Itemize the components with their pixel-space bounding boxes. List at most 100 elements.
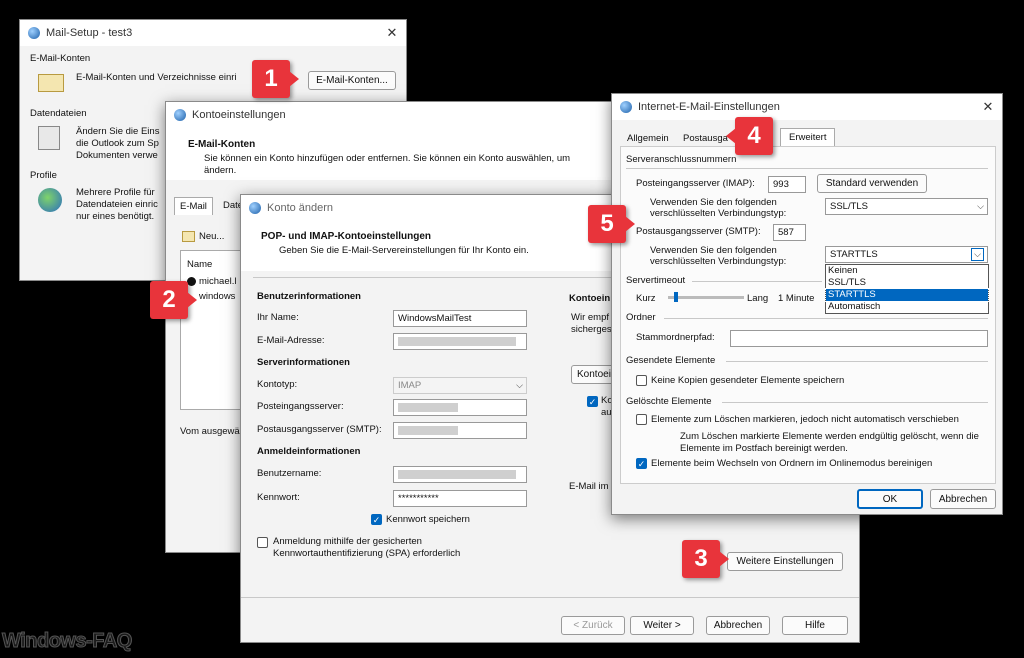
folder-divider xyxy=(664,318,988,319)
chevron-down-icon: ⌵ xyxy=(977,201,984,211)
account-type-label: Kontotyp: xyxy=(257,379,298,390)
account-row-1[interactable]: michael.l xyxy=(199,276,237,287)
step-badge-4-text: 4 xyxy=(747,122,761,149)
sent-divider xyxy=(726,361,988,362)
next-button[interactable]: Weiter > xyxy=(630,616,694,635)
new-account-icon xyxy=(182,231,195,242)
internet-email-settings-window: Internet-E-Mail-Einstellungen ✕ Allgemei… xyxy=(611,93,1003,515)
internet-email-title: Internet-E-Mail-Einstellungen xyxy=(638,101,780,113)
right-text-2: sicherges xyxy=(571,324,612,335)
smtp-port-input[interactable]: 587 xyxy=(773,224,806,241)
data-files-text-3: Dokumenten verwe xyxy=(76,150,158,161)
encryption-option-ssl[interactable]: SSL/TLS xyxy=(826,277,988,289)
account-settings-right-heading: Kontoein xyxy=(569,293,611,304)
email-input[interactable] xyxy=(393,333,527,350)
folder-section: Ordner xyxy=(626,312,656,323)
encryption-option-starttls[interactable]: STARTTLS xyxy=(825,288,989,302)
cancel-button[interactable]: Abbrechen xyxy=(930,489,996,509)
close-icon[interactable]: ✕ xyxy=(974,99,1002,115)
outgoing-encryption-select[interactable]: STARTTLS ⌵ xyxy=(825,246,988,263)
new-account-button[interactable]: Neu... xyxy=(199,231,224,242)
tab-advanced[interactable]: Erweitert xyxy=(780,128,836,146)
timeout-short-label: Kurz xyxy=(636,293,656,304)
account-row-2[interactable]: windows xyxy=(199,291,235,302)
username-input[interactable] xyxy=(393,466,527,483)
tab-outgoing[interactable]: Postausga xyxy=(678,130,733,147)
watermark: Windows-FAQ xyxy=(2,630,133,653)
mark-for-deletion-checkbox[interactable] xyxy=(636,414,647,425)
incoming-encryption-select[interactable]: SSL/TLS ⌵ xyxy=(825,198,988,215)
server-timeout-section: Servertimeout xyxy=(626,275,686,286)
outgoing-server-label: Postausgangsserver (SMTP): xyxy=(257,424,382,435)
imap-port-input[interactable]: 993 xyxy=(768,176,806,193)
account-settings-titlebar: Kontoeinstellungen xyxy=(166,102,624,128)
server-ports-section: Serveranschlussnummern xyxy=(626,154,737,165)
deleted-items-section: Gelöschte Elemente xyxy=(626,396,712,407)
tab-email[interactable]: E-Mail xyxy=(174,197,213,215)
encryption-label-1a: Verwenden Sie den folgenden xyxy=(650,197,777,208)
back-button[interactable]: < Zurück xyxy=(561,616,625,635)
mail-setup-app-icon xyxy=(28,27,40,39)
name-input[interactable]: WindowsMailTest xyxy=(393,310,527,327)
right-check-text-2: au xyxy=(601,407,612,418)
cancel-button[interactable]: Abbrechen xyxy=(706,616,770,635)
right-checkbox[interactable]: ✓ xyxy=(587,396,598,407)
timeout-slider-track[interactable] xyxy=(668,296,744,299)
more-settings-button[interactable]: Weitere Einstellungen xyxy=(727,552,843,571)
account-settings-app-icon xyxy=(174,109,186,121)
save-password-checkbox[interactable]: ✓ xyxy=(371,514,382,525)
change-account-heading: POP- und IMAP-Kontoeinstellungen xyxy=(261,231,431,242)
save-password-label: Kennwort speichern xyxy=(386,514,470,525)
badge-arrow-icon xyxy=(625,216,635,232)
email-accounts-button[interactable]: E-Mail-Konten... xyxy=(308,71,396,90)
password-input[interactable]: *********** xyxy=(393,490,527,507)
section-profiles: Profile xyxy=(30,170,57,181)
account-settings-heading: E-Mail-Konten xyxy=(188,139,256,150)
badge-arrow-icon xyxy=(187,292,197,308)
step-badge-3: 3 xyxy=(682,540,729,578)
badge-arrow-icon xyxy=(726,128,736,144)
spa-checkbox[interactable] xyxy=(257,537,268,548)
step-badge-2-text: 2 xyxy=(162,286,176,313)
encryption-option-auto[interactable]: Automatisch xyxy=(826,301,988,313)
incoming-server-input[interactable] xyxy=(393,399,527,416)
server-info-section: Serverinformationen xyxy=(257,357,350,368)
encryption-options-list: Keinen SSL/TLS STARTTLS Automatisch xyxy=(825,264,989,314)
imap-port-label: Posteingangsserver (IMAP): xyxy=(636,178,755,189)
footer-divider xyxy=(241,597,859,598)
root-folder-label: Stammordnerpfad: xyxy=(636,332,715,343)
use-default-button[interactable]: Standard verwenden xyxy=(817,174,927,193)
badge-arrow-icon xyxy=(289,71,299,87)
sent-items-section: Gesendete Elemente xyxy=(626,355,716,366)
timeout-slider-handle[interactable] xyxy=(674,292,678,302)
account-settings-title: Kontoeinstellungen xyxy=(192,109,286,121)
deletion-note-1: Zum Löschen markierte Elemente werden en… xyxy=(680,431,979,442)
encryption-option-none[interactable]: Keinen xyxy=(826,265,988,277)
profiles-text-3: nur eines benötigt. xyxy=(76,211,155,222)
email-offline-label: E-Mail im xyxy=(569,481,609,492)
close-icon[interactable]: ✕ xyxy=(378,25,406,41)
encryption-label-1b: verschlüsselten Verbindungstyp: xyxy=(650,208,787,219)
mail-setup-titlebar: Mail-Setup - test3 ✕ xyxy=(20,20,406,46)
root-folder-input[interactable] xyxy=(730,330,988,347)
section-email-accounts: E-Mail-Konten xyxy=(30,53,91,64)
step-badge-5-text: 5 xyxy=(600,210,614,237)
change-account-title: Konto ändern xyxy=(267,202,334,214)
step-badge-1-text: 1 xyxy=(264,65,278,92)
help-button[interactable]: Hilfe xyxy=(782,616,848,635)
ok-button[interactable]: OK xyxy=(857,489,923,509)
outgoing-server-input[interactable] xyxy=(393,422,527,439)
step-badge-1: 1 xyxy=(252,60,299,98)
change-account-subheading: Geben Sie die E-Mail-Servereinstellungen… xyxy=(279,245,529,256)
step-badge-2: 2 xyxy=(150,281,197,319)
right-text-1: Wir empf xyxy=(571,312,609,323)
purge-on-switch-checkbox[interactable]: ✓ xyxy=(636,458,647,469)
timeout-divider xyxy=(692,281,822,282)
account-test-button[interactable]: Kontoei xyxy=(571,365,615,384)
account-settings-desc: Sie können ein Konto hinzufügen oder ent… xyxy=(204,153,571,164)
no-sent-copies-checkbox[interactable] xyxy=(636,375,647,386)
tab-general[interactable]: Allgemein xyxy=(622,130,674,147)
smtp-port-label: Postausgangsserver (SMTP): xyxy=(636,226,761,237)
outgoing-encryption-value: STARTTLS xyxy=(830,249,878,260)
data-files-text-2: die Outlook zum Sp xyxy=(76,138,159,149)
